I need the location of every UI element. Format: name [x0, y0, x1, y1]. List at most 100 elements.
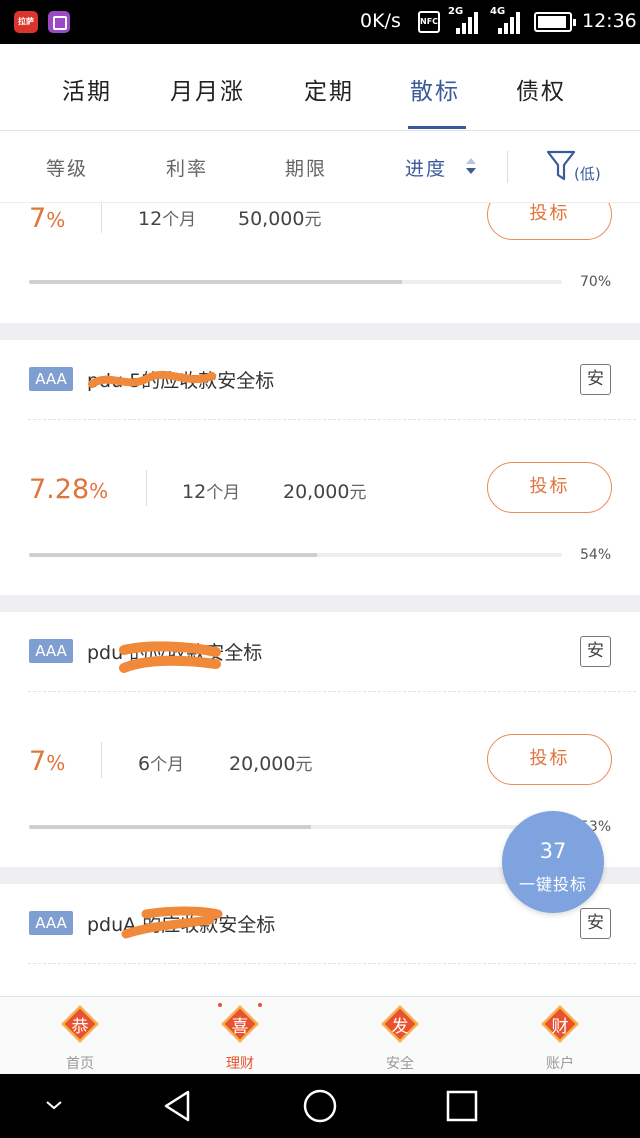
rate-value: 7 — [29, 746, 47, 777]
home-circle-icon[interactable] — [302, 1088, 338, 1124]
rate-unit: % — [46, 208, 66, 232]
dashed-divider — [28, 691, 636, 692]
finance-icon: 喜 — [221, 1005, 259, 1043]
invest-button[interactable]: 投标 — [487, 462, 612, 513]
loan-term: 12个月 — [138, 205, 196, 230]
dashed-divider — [28, 963, 636, 964]
amount-unit: 元 — [304, 210, 322, 230]
nav-finance[interactable]: 喜 理财 — [160, 997, 320, 1075]
invest-button[interactable]: 投标 — [487, 734, 612, 785]
loan-term: 12个月 — [182, 478, 240, 503]
safe-icon: 安 — [580, 636, 611, 667]
divider — [146, 470, 147, 506]
progress-fill — [29, 825, 312, 829]
net-4g-label: 4G — [490, 6, 506, 17]
filter-bar: 等级 利率 期限 进度 (低) — [0, 131, 640, 203]
fab-count: 37 — [539, 839, 567, 863]
nav-security-label: 安全 — [386, 1056, 414, 1072]
signal-2g-icon: 2G — [448, 6, 478, 34]
grade-badge: AAA — [29, 911, 73, 935]
term-number: 12 — [182, 481, 207, 503]
progress-percent: 54% — [580, 547, 612, 563]
filter-divider — [507, 151, 508, 183]
nav-security[interactable]: 发 安全 — [320, 997, 480, 1075]
tab-monthly-rise[interactable]: 月月涨 — [170, 72, 245, 106]
interest-rate: 7% — [29, 203, 65, 234]
app-notification-icon: 拉萨 — [14, 11, 38, 33]
sparkle-decoration — [258, 1003, 262, 1007]
sort-arrows-icon[interactable] — [466, 158, 476, 176]
nav-home-label: 首页 — [66, 1056, 94, 1072]
safe-icon: 安 — [580, 908, 611, 939]
nav-home[interactable]: 恭 首页 — [0, 997, 160, 1075]
filter-funnel-icon[interactable] — [546, 149, 576, 183]
amount-unit: 元 — [295, 755, 313, 775]
loan-card: 7% 12个月 50,000元 投标 70% — [0, 203, 640, 323]
amount-value: 20,000 — [229, 753, 296, 775]
dashed-divider — [28, 419, 636, 420]
battery-icon — [534, 12, 576, 32]
loan-term: 6个月 — [138, 750, 184, 775]
loan-title: pduA 的应收款安全标 — [87, 914, 276, 936]
progress-bar — [29, 825, 562, 829]
sparkle-decoration — [218, 1003, 222, 1007]
grade-badge: AAA — [29, 367, 73, 391]
progress-fill — [29, 553, 317, 557]
term-number: 12 — [138, 208, 163, 230]
chevron-down-icon[interactable] — [44, 1098, 64, 1112]
nfc-icon: NFC — [418, 11, 440, 33]
back-icon[interactable] — [160, 1088, 196, 1124]
amount-value: 50,000 — [238, 208, 305, 230]
loan-title: pdu 5的应收款安全标 — [87, 370, 275, 392]
progress-fill — [29, 280, 403, 284]
term-unit: 个月 — [150, 755, 185, 775]
net-2g-label: 2G — [448, 6, 464, 17]
network-speed: 0K/s — [360, 10, 401, 32]
loan-amount: 20,000元 — [283, 478, 366, 503]
tab-loans[interactable]: 散标 — [410, 72, 460, 106]
interest-rate: 7% — [29, 746, 65, 777]
fab-label: 一键投标 — [518, 875, 587, 894]
account-glyph: 财 — [551, 1017, 569, 1037]
recent-apps-icon[interactable] — [444, 1088, 480, 1124]
active-tab-indicator — [408, 126, 466, 129]
system-navigation-bar — [0, 1074, 640, 1138]
account-icon: 财 — [541, 1005, 579, 1043]
finance-glyph: 喜 — [231, 1017, 249, 1037]
rate-value: 7.28 — [29, 474, 90, 505]
one-click-invest-button[interactable]: 37 一键投标 — [502, 811, 604, 913]
term-unit: 个月 — [206, 483, 241, 503]
home-glyph: 恭 — [71, 1017, 89, 1037]
nav-finance-label: 理财 — [226, 1056, 254, 1072]
term-unit: 个月 — [162, 210, 197, 230]
status-bar: 拉萨 0K/s NFC 2G 4G 12:36 — [0, 0, 640, 44]
amount-unit: 元 — [349, 483, 367, 503]
loan-card[interactable]: AAA pdu 5的应收款安全标 安 7.28% 12个月 20,000元 投标… — [0, 340, 640, 595]
nav-account[interactable]: 财 账户 — [480, 997, 640, 1075]
progress-percent: 70% — [580, 274, 612, 290]
amount-value: 20,000 — [283, 481, 350, 503]
progress-bar — [29, 553, 562, 557]
tab-current[interactable]: 活期 — [62, 72, 112, 106]
filter-rate[interactable]: 利率 — [166, 154, 208, 181]
invest-button[interactable]: 投标 — [487, 203, 612, 240]
loan-amount: 50,000元 — [238, 205, 321, 230]
loan-title: pdu 的应收款安全标 — [87, 642, 263, 664]
filter-low-label[interactable]: (低) — [574, 163, 601, 184]
tab-fixed[interactable]: 定期 — [304, 72, 354, 106]
filter-grade[interactable]: 等级 — [46, 154, 88, 181]
tab-debt[interactable]: 债权 — [516, 72, 566, 106]
security-icon: 发 — [381, 1005, 419, 1043]
security-glyph: 发 — [391, 1017, 409, 1037]
nav-account-label: 账户 — [546, 1056, 574, 1072]
term-number: 6 — [138, 753, 151, 775]
filter-term[interactable]: 期限 — [285, 154, 327, 181]
loan-card-header: AAA pdu 的应收款安全标 安 — [0, 612, 640, 692]
signal-4g-icon: 4G — [490, 6, 520, 34]
grade-badge: AAA — [29, 639, 73, 663]
rate-value: 7 — [29, 203, 47, 234]
gallery-notification-icon — [48, 11, 70, 33]
home-icon: 恭 — [61, 1005, 99, 1043]
filter-progress[interactable]: 进度 — [405, 154, 447, 181]
loan-amount: 20,000元 — [229, 750, 312, 775]
